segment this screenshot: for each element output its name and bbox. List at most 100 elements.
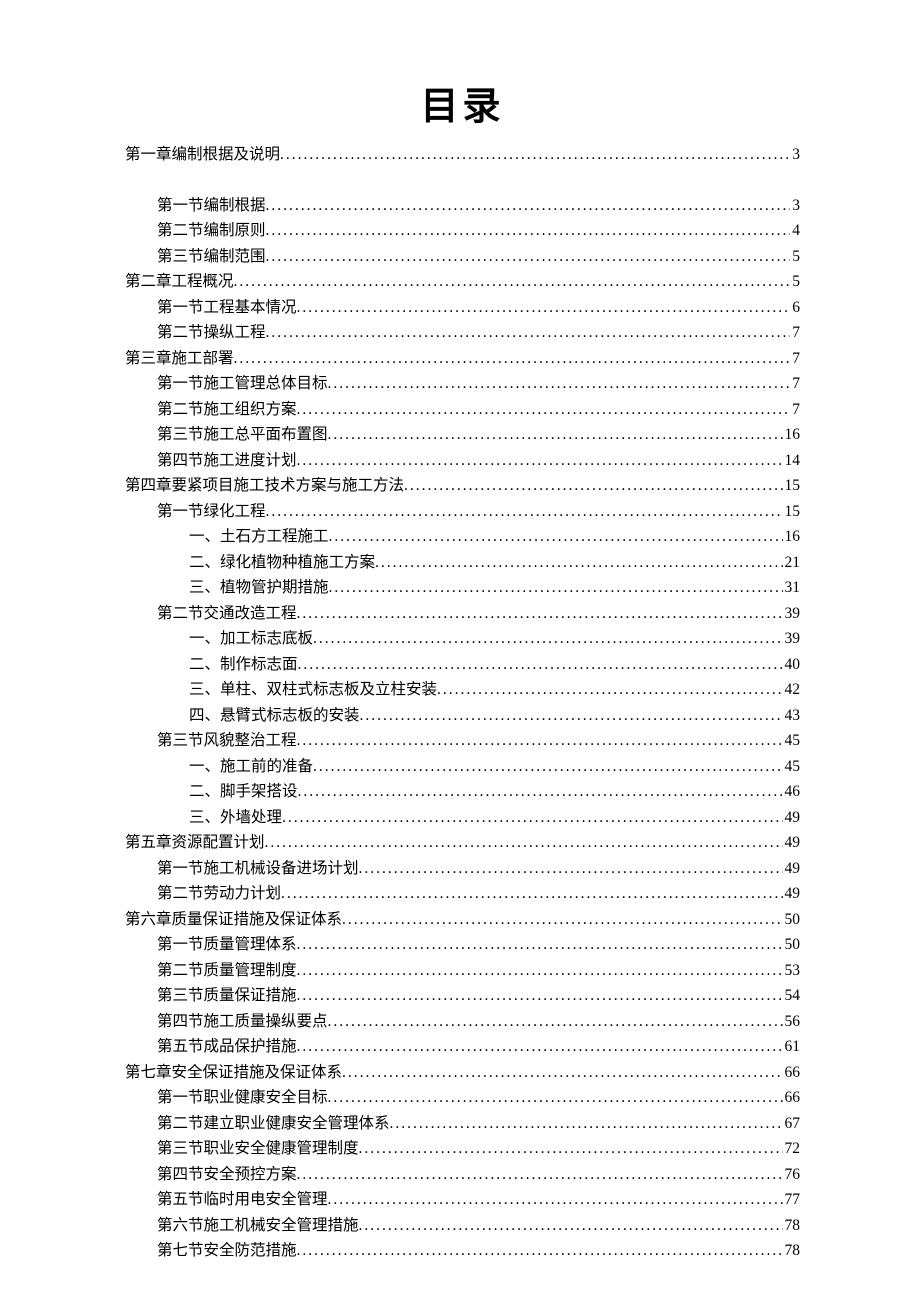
toc-dots <box>342 907 782 933</box>
toc-entry-page: 46 <box>783 779 801 805</box>
toc-entry-page: 31 <box>783 575 801 601</box>
toc-entry-page: 7 <box>790 397 800 423</box>
toc-entry: 第四节施工质量操纵要点56 <box>125 1009 800 1035</box>
toc-entry: 第七章安全保证措施及保证体系66 <box>125 1060 800 1086</box>
toc-entry-label: 第三节编制范围 <box>157 244 266 270</box>
toc-entry-label: 一、加工标志底板 <box>189 626 313 652</box>
toc-dots <box>328 1009 783 1035</box>
toc-entry: 第四节安全预控方案76 <box>125 1162 800 1188</box>
toc-entry-page: 6 <box>790 295 800 321</box>
toc-entry-page: 14 <box>783 448 801 474</box>
toc-entry-label: 三、单柱、双柱式标志板及立柱安装 <box>189 677 437 703</box>
toc-entry-page: 49 <box>783 830 801 856</box>
toc-entry-label: 二、脚手架搭设 <box>189 779 298 805</box>
toc-entry-label: 第三节质量保证措施 <box>157 983 297 1009</box>
toc-entry-page: 50 <box>783 907 801 933</box>
toc-entry: 一、加工标志底板 39 <box>125 626 800 652</box>
toc-entry: 第六章质量保证措施及保证体系 50 <box>125 907 800 933</box>
toc-entry-page: 21 <box>783 550 801 576</box>
toc-entry-label: 第三章施工部署 <box>125 346 234 372</box>
toc-entry-label: 三、植物管护期措施 <box>189 575 329 601</box>
toc-dots <box>266 218 791 244</box>
toc-dots <box>234 269 791 295</box>
toc-entry: 第二节建立职业健康安全管理体系67 <box>125 1111 800 1137</box>
toc-dots <box>375 550 782 576</box>
toc-dots <box>359 1136 783 1162</box>
toc-entry-label: 第三节职业安全健康管理制度 <box>157 1136 359 1162</box>
toc-entry-label: 第二节施工组织方案 <box>157 397 297 423</box>
toc-dots <box>328 1187 783 1213</box>
toc-entry-page: 45 <box>783 754 801 780</box>
toc-dots <box>328 371 791 397</box>
toc-dots <box>437 677 782 703</box>
toc-entry: 第七节安全防范措施 78 <box>125 1238 800 1264</box>
toc-entry: 第五节临时用电安全管理77 <box>125 1187 800 1213</box>
toc-entry-page: 3 <box>790 193 800 219</box>
toc-dots <box>328 1085 783 1111</box>
toc-entry-page: 76 <box>783 1162 801 1188</box>
toc-entry: 第二节编制原则4 <box>125 218 800 244</box>
toc-entry: 第二节交通改造工程39 <box>125 601 800 627</box>
toc-entry-page: 72 <box>783 1136 801 1162</box>
toc-entry: 第二节劳动力计划49 <box>125 881 800 907</box>
toc-entry-page: 78 <box>783 1238 801 1264</box>
toc-dots <box>313 754 782 780</box>
toc-entry: 第二章工程概况 5 <box>125 269 800 295</box>
toc-dots <box>297 1162 783 1188</box>
toc-entry: 二、脚手架搭设 46 <box>125 779 800 805</box>
toc-entry-label: 第一节绿化工程 <box>157 499 266 525</box>
toc-dots <box>404 473 782 499</box>
toc-entry: 第六节施工机械安全管理措施78 <box>125 1213 800 1239</box>
toc-entry-label: 一、施工前的准备 <box>189 754 313 780</box>
toc-dots <box>234 346 791 372</box>
toc-dots <box>342 1060 782 1086</box>
toc-entry-page: 49 <box>783 805 801 831</box>
toc-entry-label: 第二节交通改造工程 <box>157 601 297 627</box>
toc-entry-page: 56 <box>783 1009 801 1035</box>
toc-entry-page: 43 <box>783 703 801 729</box>
toc-dots <box>297 728 783 754</box>
toc-entry-page: 7 <box>790 346 800 372</box>
toc-entry-label: 第一节职业健康安全目标 <box>157 1085 328 1111</box>
toc-entry-page: 15 <box>783 473 801 499</box>
toc-dots <box>297 397 791 423</box>
toc-entry-label: 第一章编制根据及说明 <box>125 142 280 168</box>
toc-entry-page: 16 <box>783 422 801 448</box>
toc-entry-page: 42 <box>783 677 801 703</box>
toc-dots <box>297 295 791 321</box>
toc-entry: 三、单柱、双柱式标志板及立柱安装 42 <box>125 677 800 703</box>
toc-entry: 第二节操纵工程7 <box>125 320 800 346</box>
toc-entry-page: 16 <box>783 524 801 550</box>
toc-dots <box>297 601 783 627</box>
toc-entry-page: 50 <box>783 932 801 958</box>
toc-entry-label: 第二节编制原则 <box>157 218 266 244</box>
toc-entry-page: 77 <box>783 1187 801 1213</box>
toc-dots <box>266 499 783 525</box>
toc-entry-page: 39 <box>783 626 801 652</box>
toc-entry-label: 第二节建立职业健康安全管理体系 <box>157 1111 390 1137</box>
toc-entry-page: 61 <box>783 1034 801 1060</box>
toc-entry-label: 第一节施工机械设备进场计划 <box>157 856 359 882</box>
toc-entry-page: 7 <box>790 371 800 397</box>
toc-dots <box>359 1213 783 1239</box>
toc-entry: 一、施工前的准备 45 <box>125 754 800 780</box>
toc-entry: 四、悬臂式标志板的安装43 <box>125 703 800 729</box>
toc-entry-page: 5 <box>790 269 800 295</box>
toc-entry: 三、外墙处理49 <box>125 805 800 831</box>
toc-dots <box>297 448 783 474</box>
toc-entry: 第五节成品保护措施61 <box>125 1034 800 1060</box>
table-of-contents: 第一章编制根据及说明3第一节编制根据3第二节编制原则4第三节编制范围5第二章工程… <box>125 142 800 1264</box>
toc-entry-label: 第七节安全防范措施 <box>157 1238 297 1264</box>
toc-dots <box>265 830 783 856</box>
toc-entry-label: 第三节施工总平面布置图 <box>157 422 328 448</box>
toc-dots <box>298 652 783 678</box>
toc-entry: 第三节施工总平面布置图 16 <box>125 422 800 448</box>
toc-dots <box>359 856 783 882</box>
toc-entry-label: 第七章安全保证措施及保证体系 <box>125 1060 342 1086</box>
toc-entry-page: 45 <box>783 728 801 754</box>
toc-entry-label: 第二章工程概况 <box>125 269 234 295</box>
toc-dots <box>297 932 783 958</box>
toc-entry-label: 第六章质量保证措施及保证体系 <box>125 907 342 933</box>
toc-entry-label: 一、土石方工程施工 <box>189 524 329 550</box>
toc-entry-page: 49 <box>783 881 801 907</box>
